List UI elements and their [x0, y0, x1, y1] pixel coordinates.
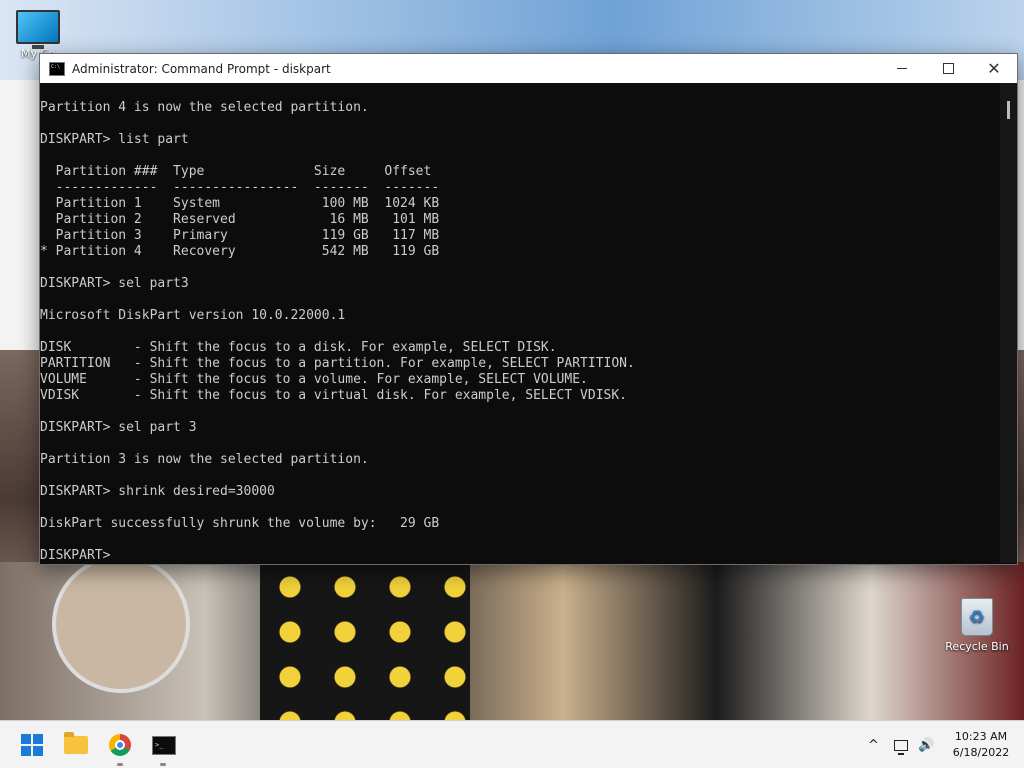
desktop-icon-recycle-bin[interactable]: ♻ Recycle Bin	[942, 598, 1012, 653]
chrome-icon	[109, 734, 131, 756]
minimize-button[interactable]	[879, 54, 925, 83]
desktop-icon-label: Recycle Bin	[945, 640, 1009, 653]
wallpaper-batman-pattern	[260, 562, 470, 722]
window-titlebar[interactable]: Administrator: Command Prompt - diskpart…	[40, 54, 1017, 83]
window-controls: ✕	[879, 54, 1017, 83]
terminal-icon	[152, 735, 176, 755]
wallpaper-left-panel	[0, 80, 40, 350]
recycle-bin-icon: ♻	[961, 598, 993, 636]
wallpaper-avatar-circle	[52, 555, 190, 693]
chevron-up-icon: ^	[868, 737, 879, 753]
desktop: My Co ♻ Recycle Bin Administrator: Comma…	[0, 0, 1024, 768]
folder-icon	[64, 732, 88, 754]
taskbar-command-prompt[interactable]	[148, 729, 180, 761]
taskbar-chrome[interactable]	[104, 729, 136, 761]
taskbar-clock[interactable]: 10:23 AM 6/18/2022	[946, 729, 1016, 761]
console-output[interactable]: Partition 4 is now the selected partitio…	[40, 83, 1000, 563]
scrollbar-thumb[interactable]	[1007, 101, 1010, 119]
close-button[interactable]: ✕	[971, 54, 1017, 83]
clock-date: 6/18/2022	[952, 746, 1010, 759]
show-hidden-icons-button[interactable]: ^	[868, 733, 879, 757]
volume-button[interactable]: 🔊	[918, 733, 934, 757]
network-button[interactable]	[894, 733, 908, 757]
windows-logo-icon	[21, 734, 43, 756]
console-scrollbar[interactable]	[1000, 83, 1017, 563]
taskbar: ^ 🔊 10:23 AM 6/18/2022	[0, 720, 1024, 768]
console-text: Partition 4 is now the selected partitio…	[40, 100, 635, 563]
network-icon	[894, 739, 908, 755]
clock-time: 10:23 AM	[954, 730, 1008, 743]
taskbar-file-explorer[interactable]	[60, 729, 92, 761]
start-button[interactable]	[16, 729, 48, 761]
running-indicator	[117, 763, 123, 766]
command-prompt-window[interactable]: Administrator: Command Prompt - diskpart…	[39, 53, 1018, 565]
window-title: Administrator: Command Prompt - diskpart	[72, 61, 331, 76]
maximize-button[interactable]	[925, 54, 971, 83]
command-prompt-icon	[49, 61, 65, 76]
running-indicator	[160, 763, 166, 766]
volume-icon: 🔊	[918, 737, 935, 753]
monitor-icon	[16, 10, 60, 49]
